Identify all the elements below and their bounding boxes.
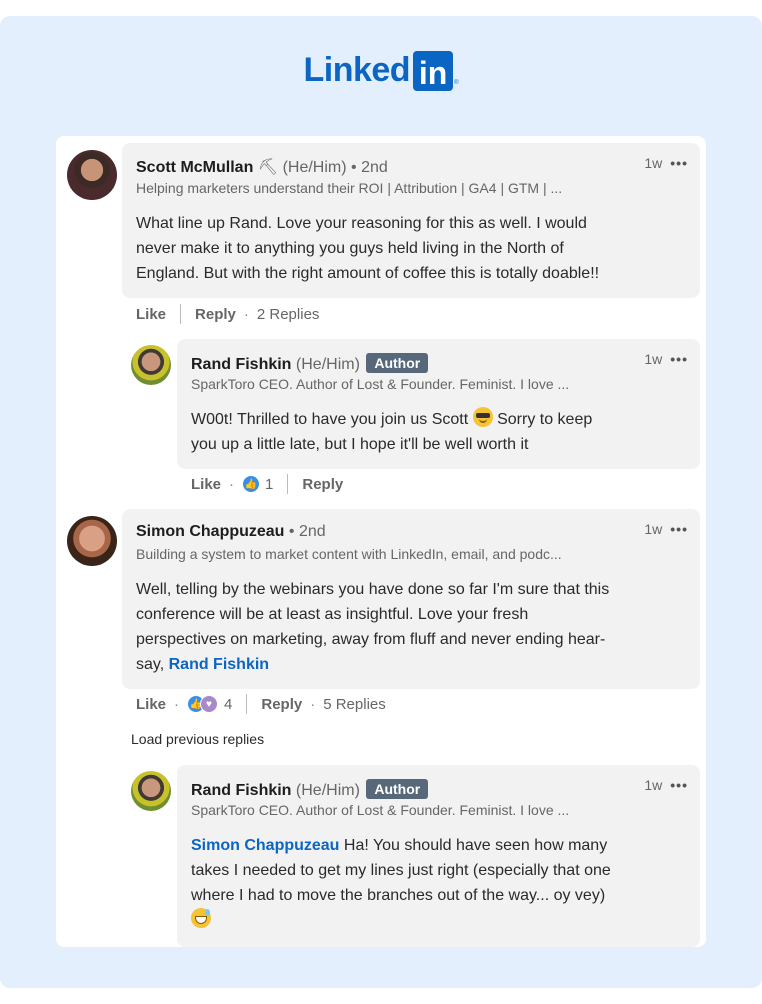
text-line: W00t! Thrilled to have you join us Scott… (191, 407, 592, 432)
pronouns: (He/Him) (295, 782, 360, 799)
mention-link[interactable]: Rand Fishkin (169, 656, 269, 673)
comment-text: W00t! Thrilled to have you join us Scott… (191, 407, 592, 457)
pronouns: (He/Him) (295, 356, 360, 373)
connection-degree: • 2nd (351, 159, 388, 176)
author-headline: Helping marketers understand their ROI |… (136, 180, 563, 196)
text-line: Well, telling by the webinars you have d… (136, 581, 610, 598)
comment-meta: 1w ••• (644, 351, 688, 367)
more-options-icon[interactable]: ••• (670, 777, 688, 793)
comment-meta: 1w ••• (644, 155, 688, 171)
timestamp: 1w (644, 155, 663, 171)
comment-header: Rand Fishkin (He/Him) Author (191, 779, 429, 800)
text-line: What line up Rand. Love your reasoning f… (136, 215, 587, 232)
logo-wordmark: Linked (303, 50, 411, 89)
reply-button[interactable]: Reply (302, 476, 343, 493)
reaction-count: 4 (224, 695, 233, 713)
pickaxe-icon: ⛏ (257, 159, 279, 176)
text-line: conference will be at least as insightfu… (136, 606, 529, 623)
divider (246, 694, 248, 714)
author-headline: SparkToro CEO. Author of Lost & Founder.… (191, 802, 570, 818)
comment-bubble: Scott McMullan ⛏ (He/Him) • 2nd Helping … (122, 143, 700, 298)
comment-header: Simon Chappuzeau • 2nd (136, 523, 326, 541)
pronouns: (He/Him) (282, 159, 347, 176)
text-line: say, Rand Fishkin (136, 656, 270, 673)
text-line: you up a little late, but I hope it'll b… (191, 436, 529, 453)
love-reaction-icon: ♥ (200, 695, 219, 713)
text-line: Simon Chappuzeau Ha! You should have see… (191, 837, 608, 854)
like-button[interactable]: Like (191, 476, 221, 493)
sunglasses-emoji-icon (472, 407, 493, 427)
reply-button[interactable]: Reply (261, 696, 302, 713)
divider (180, 304, 182, 324)
reply-button[interactable]: Reply (195, 306, 236, 323)
comment-meta: 1w ••• (644, 521, 688, 537)
connection-degree: • 2nd (288, 523, 326, 540)
grinning-sweat-emoji-icon (191, 908, 211, 928)
timestamp: 1w (644, 777, 663, 793)
avatar-simon-chappuzeau[interactable] (67, 516, 117, 566)
avatar-scott-mcmullan[interactable] (67, 150, 117, 200)
reply-bubble: Rand Fishkin (He/Him) Author SparkToro C… (177, 339, 700, 469)
divider (287, 474, 289, 494)
comment-meta: 1w ••• (644, 777, 688, 793)
comments-card: Scott McMullan ⛏ (He/Him) • 2nd Helping … (56, 136, 706, 947)
comment-text: What line up Rand. Love your reasoning f… (136, 211, 599, 286)
comment-actions: Like · 👍 ♥ 4 Reply · 5 Replies (136, 694, 386, 714)
text-line: never make it to anything you guys held … (136, 240, 564, 257)
author-name[interactable]: Scott McMullan (136, 159, 253, 176)
reaction-count: 1 (265, 475, 274, 493)
author-badge: Author (366, 779, 429, 799)
like-reaction-icon: 👍 (242, 475, 261, 493)
more-options-icon[interactable]: ••• (670, 351, 688, 367)
comment-bubble: Simon Chappuzeau • 2nd Building a system… (122, 509, 700, 689)
replies-count-link[interactable]: 2 Replies (257, 306, 320, 323)
like-button[interactable]: Like (136, 306, 166, 323)
comment-actions: Like · 👍 1 Reply (191, 474, 344, 494)
text-line: England. But with the right amount of co… (136, 265, 600, 282)
logo-in-box: in (413, 51, 454, 91)
author-name[interactable]: Simon Chappuzeau (136, 523, 284, 540)
timestamp: 1w (644, 521, 663, 537)
more-options-icon[interactable]: ••• (670, 155, 688, 171)
comment-header: Rand Fishkin (He/Him) Author (191, 353, 429, 374)
comment-text: Simon Chappuzeau Ha! You should have see… (191, 833, 611, 933)
linkedin-logo: Linked in ® (0, 40, 762, 100)
comment-text: Well, telling by the webinars you have d… (136, 577, 609, 677)
reply-bubble: Rand Fishkin (He/Him) Author SparkToro C… (177, 765, 700, 947)
avatar-rand-fishkin[interactable] (131, 771, 171, 811)
replies-count-link[interactable]: 5 Replies (323, 696, 386, 713)
author-name[interactable]: Rand Fishkin (191, 782, 291, 799)
author-headline: SparkToro CEO. Author of Lost & Founder.… (191, 376, 570, 392)
reactions[interactable]: 👍 ♥ 4 (187, 695, 232, 713)
like-button[interactable]: Like (136, 696, 166, 713)
timestamp: 1w (644, 351, 663, 367)
text-line: takes I needed to get my lines just righ… (191, 862, 611, 879)
text-line: where I had to move the branches out of … (191, 887, 606, 904)
comment-actions: Like Reply · 2 Replies (136, 304, 320, 324)
text-line (191, 908, 611, 933)
comment-header: Scott McMullan ⛏ (He/Him) • 2nd (136, 157, 388, 177)
author-badge: Author (366, 353, 429, 373)
text-line: perspectives on marketing, away from flu… (136, 631, 606, 648)
reactions[interactable]: 👍 1 (242, 475, 273, 493)
more-options-icon[interactable]: ••• (670, 521, 688, 537)
load-previous-replies-link[interactable]: Load previous replies (131, 731, 264, 747)
author-headline: Building a system to market content with… (136, 546, 562, 562)
mention-link[interactable]: Simon Chappuzeau (191, 837, 339, 854)
author-name[interactable]: Rand Fishkin (191, 356, 291, 373)
avatar-rand-fishkin[interactable] (131, 345, 171, 385)
registered-mark: ® (454, 80, 459, 86)
